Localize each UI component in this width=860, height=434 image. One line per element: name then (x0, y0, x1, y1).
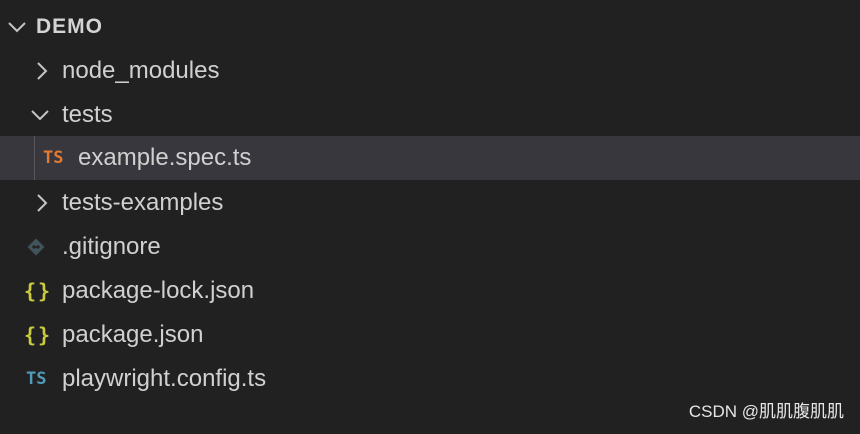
tree-item-example-spec[interactable]: TS example.spec.ts (0, 136, 860, 180)
tree-item-package-lock-json[interactable]: {} package-lock.json (0, 269, 860, 313)
tree-item-label: package.json (62, 321, 204, 348)
tree-item-label: node_modules (62, 57, 220, 84)
tree-item-label: playwright.config.ts (62, 365, 267, 392)
indent-guide (34, 136, 35, 180)
typescript-icon: TS (26, 369, 47, 389)
file-explorer: DEMO node_modules tests TS example.spec.… (0, 0, 860, 434)
git-icon (27, 238, 45, 256)
chevron-right-icon[interactable] (31, 60, 53, 82)
watermark: CSDN @肌肌腹肌肌 (688, 402, 844, 421)
tree-item-node-modules[interactable]: node_modules (0, 49, 860, 93)
json-icon: {} (24, 323, 53, 347)
chevron-down-icon[interactable] (29, 104, 51, 126)
section-title: DEMO (36, 15, 103, 38)
typescript-icon: TS (43, 148, 64, 168)
json-icon: {} (24, 279, 53, 303)
tree-item-gitignore[interactable]: .gitignore (0, 225, 860, 269)
tree-item-label: example.spec.ts (78, 144, 252, 171)
tree-item-label: package-lock.json (62, 277, 255, 304)
explorer-section-header[interactable]: DEMO (0, 4, 860, 48)
tree-item-playwright-config[interactable]: TS playwright.config.ts (0, 357, 860, 401)
tree-item-label: tests (62, 101, 113, 128)
chevron-right-icon[interactable] (31, 192, 53, 214)
chevron-down-icon[interactable] (6, 16, 28, 38)
tree-item-tests[interactable]: tests (0, 93, 860, 137)
tree-item-package-json[interactable]: {} package.json (0, 313, 860, 357)
tree-item-tests-examples[interactable]: tests-examples (0, 181, 860, 225)
tree-item-label: .gitignore (62, 233, 161, 260)
tree-item-label: tests-examples (62, 189, 224, 216)
